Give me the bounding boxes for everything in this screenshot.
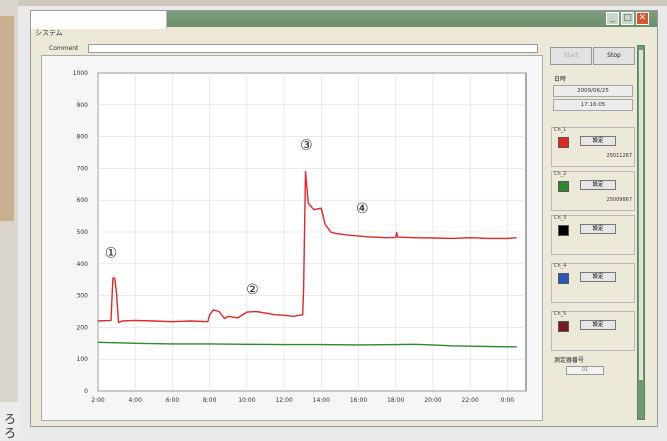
y-tick-label: 0 [84,388,88,395]
channel-settings-button[interactable]: 設定 [580,136,616,146]
title-bar: _ □ ✕ [31,11,657,29]
plot-panel: 0 100 200 300 400 500 600 700 800 900 1000 2:00 4:0… [41,55,543,421]
y-tick-label: 1000 [73,70,88,77]
channel-color-swatch [558,181,569,192]
background-mark: ろ [4,426,17,440]
y-tick-label: 200 [77,324,89,331]
vertical-scrollbar[interactable] [637,45,645,420]
channel-settings-button[interactable]: 設定 [580,180,616,190]
y-tick-label: 600 [77,197,89,204]
x-tick-label: 0:00 [501,397,515,404]
application-window: _ □ ✕ システム Comment 0 100 200 300 400 500 600 70… [30,10,658,427]
temperature-chart: 0 100 200 300 400 500 600 700 800 900 1000 2:00 4:0… [73,70,527,404]
annotation-label: ② [246,282,259,298]
background-top [0,0,667,6]
comment-input[interactable] [88,44,538,53]
y-tick-label: 800 [77,134,89,141]
channel-id [580,336,632,345]
comment-label: Comment [49,45,79,52]
close-icon[interactable]: ✕ [636,12,649,25]
x-tick-label: 18:00 [387,397,404,404]
channel-id: 25009867 [606,197,632,203]
channel-settings-button[interactable]: 設定 [580,272,616,282]
time-value: 17:16:05 [553,99,633,111]
channel-ch5: Ch_5 設定 [551,311,635,351]
measurement-no-field[interactable]: 01 [566,366,604,375]
channel-ch4: Ch_4 設定 [551,263,635,303]
x-tick-label: 16:00 [350,397,367,404]
channel-settings-button[interactable]: 設定 [580,224,616,234]
channel-name: Ch_2 [554,171,567,177]
x-tick-label: 6:00 [166,397,180,404]
channel-id [580,240,632,249]
background-photo [0,16,14,221]
channel-ch2: Ch_2 設定 25009867 [551,171,635,211]
channel-name: Ch_3 [554,215,567,221]
x-tick-label: 22:00 [462,397,479,404]
title-tab[interactable] [31,11,167,29]
channel-color-swatch [558,137,569,148]
stop-button[interactable]: Stop [593,47,635,65]
channel-color-swatch [558,273,569,284]
background-bottom: ろ ろ [0,402,22,440]
y-tick-label: 100 [77,356,89,363]
x-tick-label: 8:00 [203,397,217,404]
y-tick-label: 400 [77,261,89,268]
channel-ch3: Ch_3 設定 [551,215,635,255]
datetime-label: 日時 [554,76,567,83]
annotation-label: ③ [300,137,313,153]
channel-name: Ch_1 [554,127,567,133]
minimize-icon[interactable]: _ [606,12,619,25]
annotation-label: ① [105,245,118,261]
channel-ch1: Ch_1 設定 25011267 [551,127,635,167]
x-axis-ticks: 2:00 4:00 6:00 8:00 10:00 12:00 14:00 16:00 18:0… [91,397,514,404]
measurement-no-label: 測定器番号 [554,357,585,364]
y-tick-label: 900 [77,102,89,109]
channel-id: 25011267 [606,153,632,159]
start-button[interactable]: Start [550,47,592,65]
y-tick-label: 500 [77,229,89,236]
y-tick-label: 300 [77,293,89,300]
x-tick-label: 10:00 [238,397,255,404]
x-tick-label: 14:00 [313,397,330,404]
x-tick-label: 12:00 [275,397,292,404]
date-value: 2009/06/25 [553,85,633,97]
channel-color-swatch [558,321,569,332]
channel-id [580,288,632,297]
x-tick-label: 20:00 [424,397,441,404]
channel-name: Ch_4 [554,263,567,269]
x-tick-label: 2:00 [91,397,105,404]
y-axis-ticks: 0 100 200 300 400 500 600 700 800 900 1000 [73,70,88,395]
menu-system[interactable]: システム [35,28,63,38]
channel-name: Ch_5 [554,311,567,317]
x-tick-label: 4:00 [128,397,142,404]
maximize-icon[interactable]: □ [621,12,634,25]
channel-color-swatch [558,225,569,236]
channel-settings-button[interactable]: 設定 [580,320,616,330]
scrollbar-thumb[interactable] [639,50,643,380]
y-tick-label: 700 [77,165,89,172]
annotation-label: ④ [356,201,369,217]
